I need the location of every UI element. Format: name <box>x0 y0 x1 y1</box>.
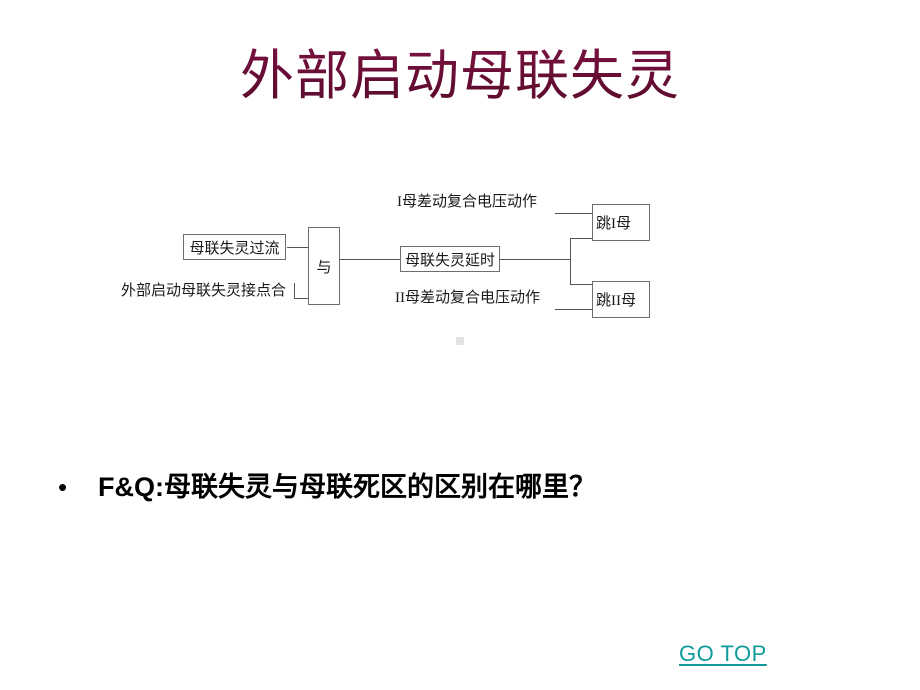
connector-condition-upper-to-output <box>555 213 592 214</box>
connector-and-to-delay <box>340 259 401 260</box>
diagram-delay-box: 母联失灵延时 <box>400 246 500 272</box>
diagram-label-condition-bus1: I母差动复合电压动作 <box>397 194 537 210</box>
connector-condition-lower-to-output <box>555 309 592 310</box>
connector-branch-bus <box>570 238 571 284</box>
logic-diagram: 母联失灵过流 外部启动母联失灵接点合 与 母联失灵延时 I母差动复合电压动作 I… <box>0 0 920 690</box>
diagram-output-box-trip-bus2: 跳II母 <box>592 281 650 318</box>
diagram-label-external-contact: 外部启动母联失灵接点合 <box>121 283 287 299</box>
bullet-item-text: F&Q:母联失灵与母联死区的区别在哪里？ <box>98 472 596 502</box>
and-gate: 与 <box>308 227 340 305</box>
connector-bus-to-output-lower <box>570 284 592 285</box>
bullet-marker: • <box>58 472 68 502</box>
slide-canvas: 外部启动母联失灵 母联失灵过流 外部启动母联失灵接点合 与 母联失灵延时 I母差… <box>0 0 920 690</box>
connector-input-to-and <box>287 247 308 248</box>
connector-delay-to-bus <box>500 259 571 260</box>
decorative-marker <box>456 337 464 345</box>
diagram-output-box-trip-bus1: 跳I母 <box>592 204 650 241</box>
diagram-input-box-overcurrent: 母联失灵过流 <box>183 234 286 260</box>
contact-symbol-vertical <box>294 283 295 298</box>
connector-bus-to-output-upper <box>570 238 592 239</box>
contact-symbol-horizontal <box>294 298 308 299</box>
diagram-label-condition-bus2: II母差动复合电压动作 <box>395 290 540 306</box>
bullet-list-item: • F&Q:母联失灵与母联死区的区别在哪里？ <box>58 470 818 504</box>
go-top-link[interactable]: GO TOP <box>679 640 767 668</box>
